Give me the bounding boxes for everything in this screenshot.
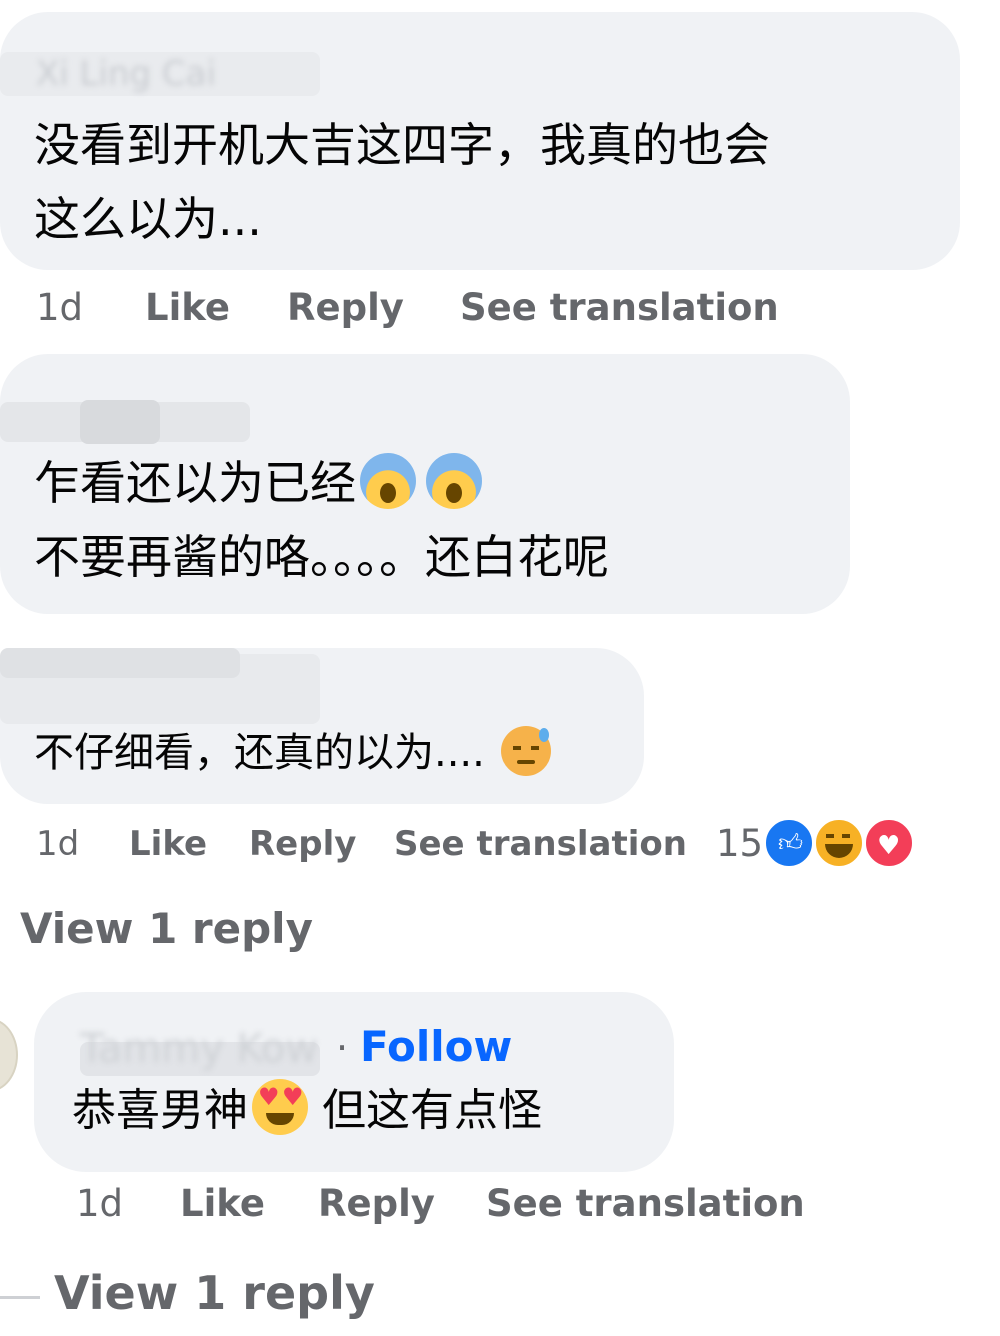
comment-bubble: Xi Ling Cai 没看到开机大吉这四字，我真的也会 这么以为... [0, 12, 960, 270]
scream-emoji-icon [360, 453, 416, 509]
separator-dot: · [336, 1026, 349, 1070]
see-translation-button[interactable]: See translation [460, 286, 779, 329]
thread-connector [0, 1296, 40, 1299]
avatar[interactable] [0, 1018, 18, 1092]
follow-button[interactable]: Follow [360, 1022, 512, 1071]
comment-timestamp[interactable]: 1d [36, 286, 83, 329]
comment-timestamp[interactable]: 1d [36, 824, 79, 864]
like-button[interactable]: Like [145, 286, 230, 329]
reply-button[interactable]: Reply [318, 1182, 435, 1225]
reply-button[interactable]: Reply [249, 824, 356, 864]
reaction-count: 15 [716, 822, 764, 865]
scream-emoji-icon [426, 453, 482, 509]
comment-author[interactable]: Xi Ling Cai [36, 54, 216, 94]
like-button[interactable]: Like [129, 824, 207, 864]
view-replies-link[interactable]: View 1 reply [20, 904, 313, 953]
comment-text: 恭喜男神 ♥ ♥ 但这有点怪 [72, 1074, 542, 1148]
comment-text: 不仔细看，还真的以为.... [34, 716, 551, 790]
like-button[interactable]: Like [180, 1182, 265, 1225]
comment-text: 乍看还以为已经 不要再酱的咯。。。。还白花呢 [34, 446, 609, 594]
comment-bubble: 乍看还以为已经 不要再酱的咯。。。。还白花呢 [0, 354, 850, 614]
reply-button[interactable]: Reply [287, 286, 404, 329]
comment-author[interactable]: Tammy Kow [80, 1026, 318, 1072]
author-name-redaction [80, 400, 160, 444]
haha-icon [812, 816, 866, 870]
comment-bubble: Tammy Kow · Follow 恭喜男神 ♥ ♥ 但这有点怪 [34, 992, 674, 1172]
sweat-emoji-icon [500, 726, 551, 776]
comment-timestamp[interactable]: 1d [76, 1182, 123, 1225]
see-translation-button[interactable]: See translation [486, 1182, 805, 1225]
heart-eyes-emoji-icon: ♥ ♥ [252, 1079, 308, 1135]
view-replies-link[interactable]: View 1 reply [54, 1266, 375, 1320]
love-icon: ♥ [862, 816, 916, 870]
like-icon: 👍︎ [762, 816, 816, 870]
author-name-redaction [0, 648, 240, 678]
see-translation-button[interactable]: See translation [394, 824, 687, 864]
comment-bubble: 不仔细看，还真的以为.... [0, 648, 644, 804]
comment-text: 没看到开机大吉这四字，我真的也会 这么以为... [34, 118, 770, 246]
